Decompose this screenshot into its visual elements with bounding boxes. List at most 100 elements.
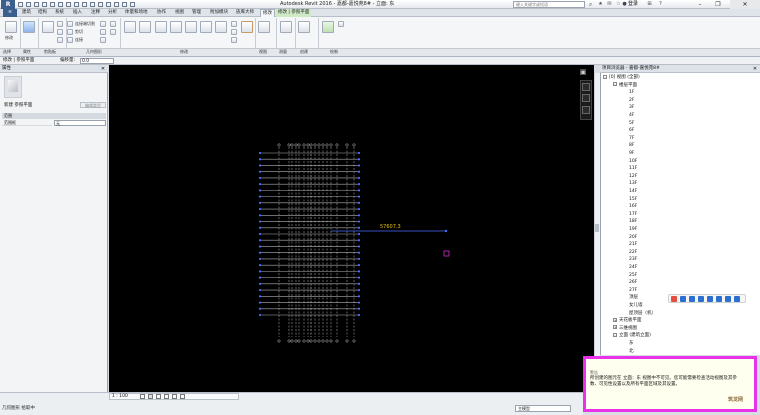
sogou-icon[interactable]: [671, 296, 677, 302]
tab-insert[interactable]: 插入: [73, 9, 82, 17]
text-icon[interactable]: [82, 2, 87, 7]
browser-tree-item[interactable]: + 三维视图: [613, 325, 637, 333]
browser-tree-item[interactable]: 24F: [629, 264, 637, 272]
expand-icon[interactable]: +: [613, 317, 617, 322]
drawing-canvas[interactable]: 57607.3: [109, 65, 594, 392]
subscription-icon[interactable]: ★: [597, 1, 604, 8]
tab-analyze[interactable]: 分析: [108, 9, 117, 17]
offset-icon[interactable]: [155, 21, 167, 33]
close-icon[interactable]: ✕: [752, 66, 758, 72]
scale-icon[interactable]: [231, 37, 237, 43]
hide-in-view-icon[interactable]: [258, 21, 270, 33]
browser-tree-item[interactable]: 22F: [629, 249, 637, 257]
browser-tree-item[interactable]: 8F: [629, 142, 634, 150]
wall-joins-icon[interactable]: [100, 21, 106, 27]
dimension-icon[interactable]: [66, 2, 71, 7]
collapse-icon[interactable]: -: [603, 74, 607, 79]
move-icon[interactable]: [139, 21, 151, 33]
browser-tree-item[interactable]: 14F: [629, 188, 637, 196]
section-icon[interactable]: [98, 2, 103, 7]
zoom-icon[interactable]: [582, 94, 590, 102]
paint-icon[interactable]: [100, 37, 106, 43]
browser-tree-item[interactable]: 10F: [629, 158, 637, 166]
user-icon[interactable]: ●: [621, 1, 628, 8]
cut-clipboard-icon[interactable]: [57, 21, 63, 27]
browser-tree-item[interactable]: 11F: [629, 165, 637, 173]
join-ends-icon[interactable]: [67, 21, 73, 27]
pick-lines-icon[interactable]: [338, 21, 344, 27]
join-label[interactable]: 连接: [75, 37, 83, 42]
browser-tree-item[interactable]: - 楼层平面: [613, 82, 637, 90]
browser-tree-item[interactable]: 7F: [629, 135, 634, 143]
copy-clipboard-icon[interactable]: [57, 29, 63, 35]
switch-windows-icon[interactable]: [122, 2, 127, 7]
properties-tool-icon[interactable]: [23, 21, 35, 33]
browser-tree-item[interactable]: 13F: [629, 180, 637, 188]
sun-path-icon[interactable]: [156, 394, 161, 399]
modify-tool-icon[interactable]: [5, 21, 17, 33]
browser-tree-item[interactable]: 18F: [629, 218, 637, 226]
paste-icon[interactable]: [42, 21, 54, 33]
browser-tree-item[interactable]: 19F: [629, 226, 637, 234]
communication-icon[interactable]: ✉: [606, 1, 613, 8]
tab-modify[interactable]: 修改: [260, 9, 275, 17]
browser-tree-item[interactable]: - 立面 (建筑立面): [613, 332, 651, 340]
mirror-icon[interactable]: [185, 21, 197, 33]
open-icon[interactable]: [18, 2, 23, 7]
revit-logo-icon[interactable]: R: [1, 0, 15, 9]
browser-tree-item[interactable]: 23F: [629, 256, 637, 264]
browser-scroll-thumb[interactable]: [595, 224, 599, 232]
remove-paint-icon[interactable]: [110, 29, 116, 35]
tab-family-library[interactable]: 族库大师: [236, 9, 254, 17]
thin-lines-icon[interactable]: [106, 2, 111, 7]
active-workset[interactable]: 主模型: [515, 405, 571, 412]
skin-icon[interactable]: [716, 296, 722, 302]
pin-icon[interactable]: [231, 21, 237, 27]
punctuation-icon[interactable]: [689, 296, 695, 302]
login-link[interactable]: 登录: [628, 1, 638, 8]
rotate-icon[interactable]: [170, 21, 182, 33]
tools-icon[interactable]: [725, 296, 731, 302]
panel-select-label[interactable]: 选择: [3, 48, 11, 56]
browser-tree-item[interactable]: 屋顶层（机）: [629, 310, 656, 318]
split-icon[interactable]: [215, 21, 227, 33]
browser-tree-item[interactable]: 东: [629, 340, 634, 348]
tab-addins[interactable]: 附加模块: [210, 9, 228, 17]
3d-view-icon[interactable]: [90, 2, 95, 7]
customize-toolbar-icon[interactable]: [130, 2, 135, 7]
detail-level-icon[interactable]: [140, 394, 145, 399]
demolish-icon[interactable]: [110, 21, 116, 27]
view-cube-icon[interactable]: ▣: [578, 67, 588, 77]
tab-manage[interactable]: 管理: [192, 9, 201, 17]
maximize-button[interactable]: ❐: [710, 0, 726, 9]
temporary-hide-icon[interactable]: [180, 394, 185, 399]
app-menu-button[interactable]: ≡: [3, 9, 17, 17]
browser-tree-item[interactable]: 21F: [629, 241, 637, 249]
browser-tree-item[interactable]: 北: [629, 348, 634, 356]
elevation-drawing[interactable]: 57607.3: [109, 65, 594, 392]
shadows-icon[interactable]: [164, 394, 169, 399]
undo-icon[interactable]: [34, 2, 39, 7]
browser-tree-item[interactable]: + 天花板平面: [613, 317, 642, 325]
match-properties-icon[interactable]: [57, 37, 63, 43]
collapse-icon[interactable]: -: [613, 332, 617, 337]
tab-collaborate[interactable]: 协作: [157, 9, 166, 17]
close-button[interactable]: ✕: [730, 0, 760, 9]
scope-box-value[interactable]: 无: [54, 120, 106, 126]
align-icon[interactable]: [124, 21, 136, 33]
steering-wheel-icon[interactable]: [582, 83, 590, 91]
measure-tool-icon[interactable]: [280, 21, 292, 33]
cut-geometry-label[interactable]: 剪切: [75, 29, 83, 34]
browser-tree-item[interactable]: 25F: [629, 272, 637, 280]
browser-tree-item[interactable]: 9F: [629, 150, 634, 158]
browser-tree-item[interactable]: 5F: [629, 120, 634, 128]
tab-structure[interactable]: 结构: [38, 9, 47, 17]
language-icon[interactable]: [680, 296, 686, 302]
type-selector[interactable]: 新建 参照平面: [4, 102, 32, 108]
browser-tree-item[interactable]: 女儿墙: [629, 302, 643, 310]
browser-tree-item[interactable]: 12F: [629, 173, 637, 181]
browser-tree-item[interactable]: 17F: [629, 211, 637, 219]
split-face-icon[interactable]: [100, 29, 106, 35]
array-icon[interactable]: [231, 29, 237, 35]
browser-tree-item[interactable]: 20F: [629, 234, 637, 242]
